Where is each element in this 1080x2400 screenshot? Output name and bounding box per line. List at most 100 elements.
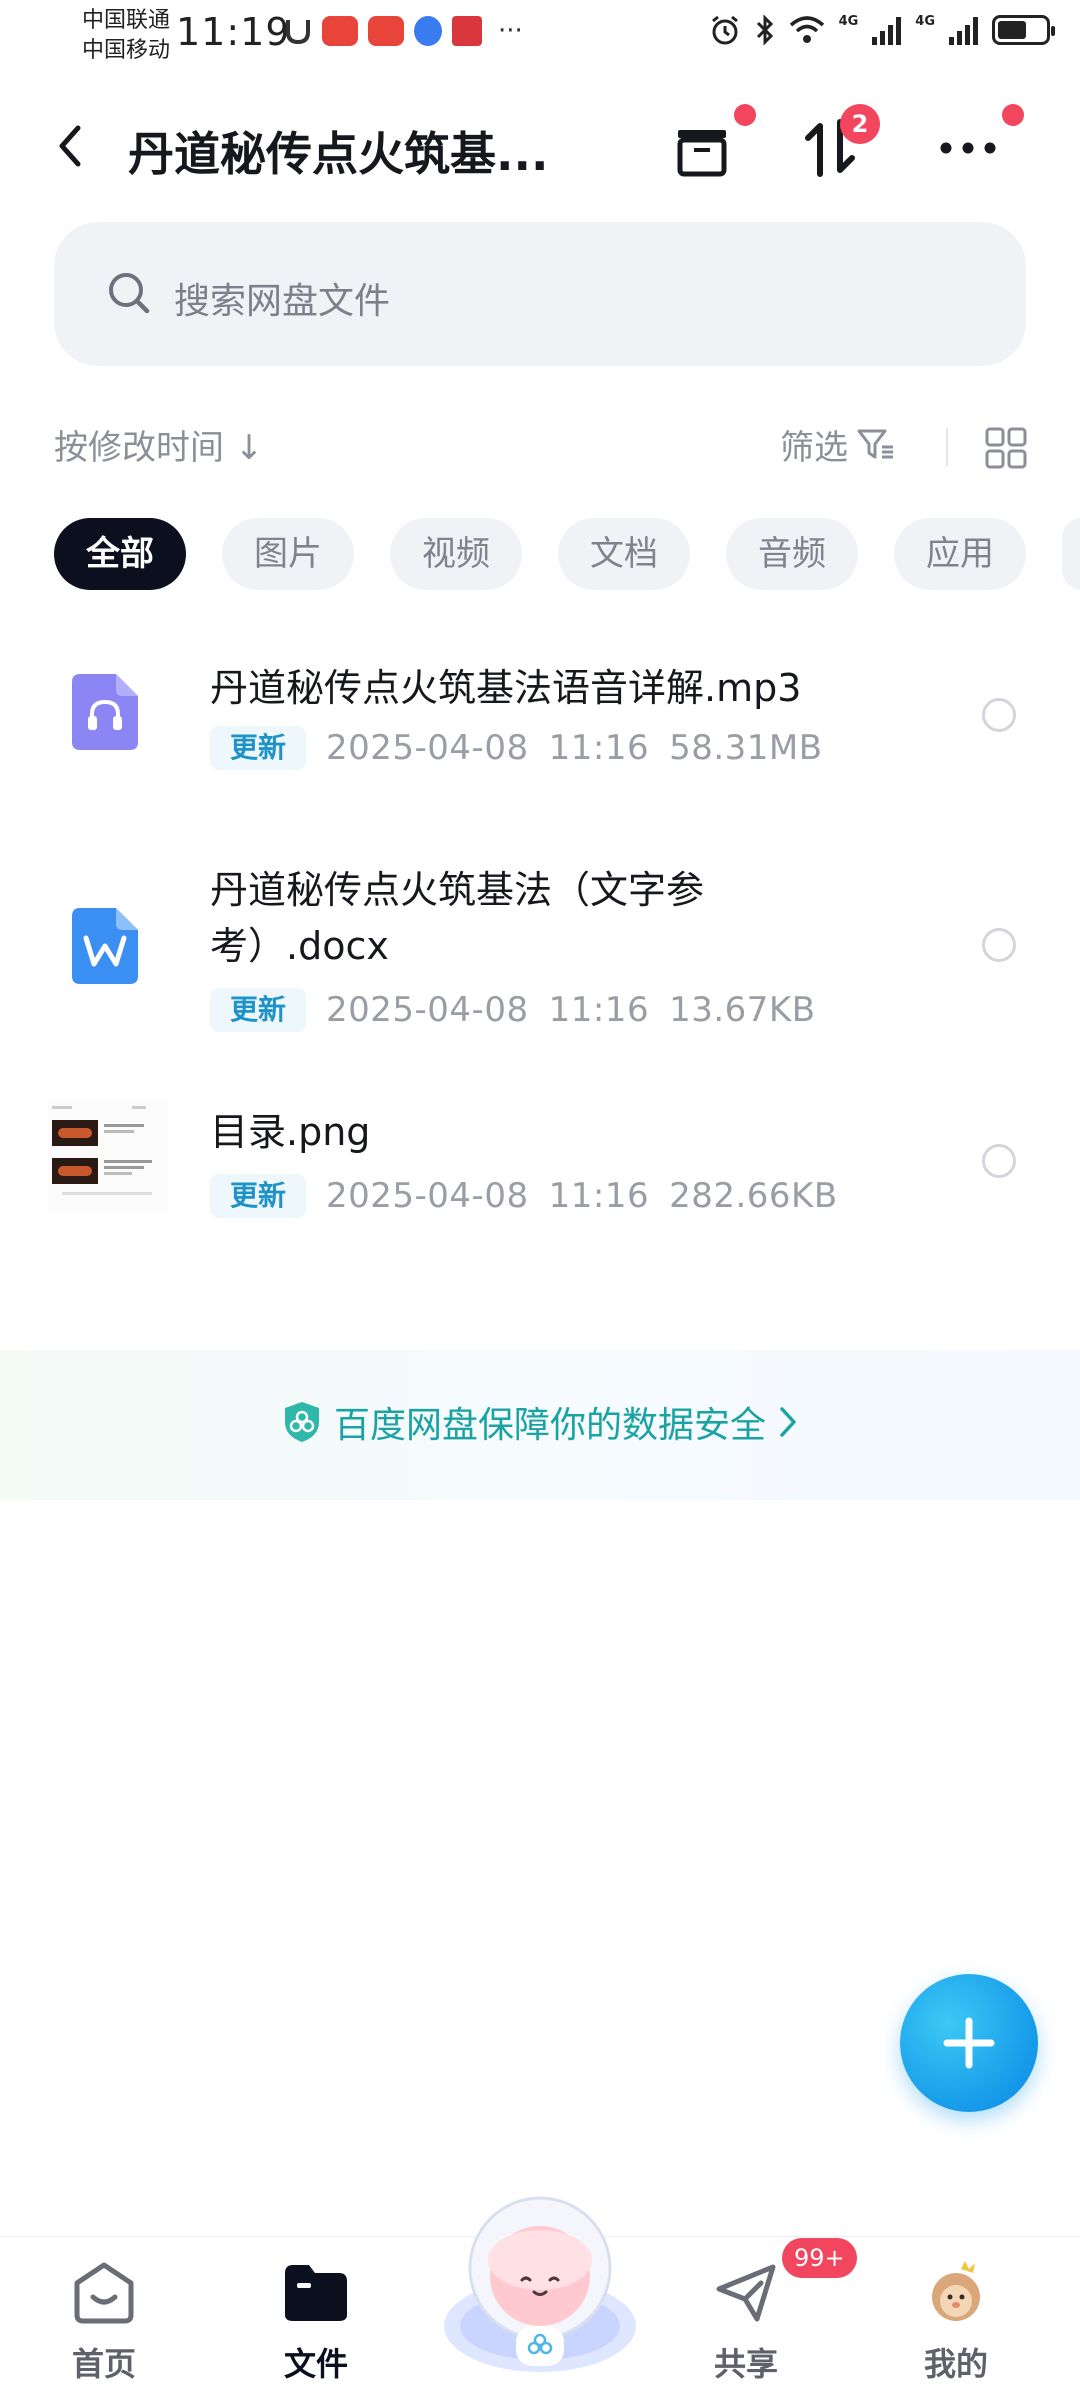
file-size: 13.67KB — [669, 990, 816, 1030]
file-meta: 更新 2025-04-08 11:16 58.31MB — [210, 726, 823, 770]
alarm-icon — [711, 15, 738, 45]
carrier-info: 中国联通 中国移动 — [82, 6, 170, 66]
chip-documents[interactable]: 文档 — [558, 518, 690, 590]
more-notifications-icon: ··· — [498, 16, 523, 46]
more-dots-icon — [940, 142, 996, 154]
carrier-1: 中国联通 — [82, 8, 171, 33]
search-placeholder: 搜索网盘文件 — [174, 281, 391, 322]
archive-button[interactable] — [664, 104, 756, 186]
word-file-icon — [72, 908, 138, 984]
file-size: 282.66KB — [669, 1176, 838, 1216]
select-radio[interactable] — [982, 928, 1016, 962]
more-red-dot — [1002, 104, 1024, 126]
signal-icon-2 — [949, 15, 978, 45]
top-app-bar: 丹道秘传点火筑基... 2 — [0, 90, 1080, 200]
status-time: 11:19 — [176, 10, 291, 54]
shield-icon — [285, 1402, 319, 1442]
more-button[interactable] — [930, 104, 1024, 186]
notification-icons: ··· — [284, 16, 523, 46]
chip-all[interactable]: 全部 — [54, 518, 186, 590]
updated-tag: 更新 — [210, 1174, 306, 1218]
archive-box-icon — [677, 130, 727, 177]
updated-tag: 更新 — [210, 988, 306, 1032]
nav-files[interactable]: 文件 — [246, 2259, 386, 2385]
nav-files-label: 文件 — [283, 2345, 348, 2383]
sort-filter-row: 按修改时间 ↓ 筛选 — [0, 420, 1080, 480]
add-button[interactable] — [900, 1974, 1038, 2112]
nav-share[interactable]: 共享 — [676, 2259, 816, 2385]
file-name: 丹道秘传点火筑基法（文字参 考）.docx — [210, 862, 830, 974]
file-date: 2025-04-08 — [326, 1176, 529, 1216]
search-icon — [109, 273, 150, 314]
wifi-icon — [789, 16, 824, 43]
bluetooth-icon — [756, 14, 773, 46]
page-title: 丹道秘传点火筑基... — [128, 127, 549, 181]
security-banner-link[interactable]: 百度网盘保障你的数据安全 — [282, 1396, 798, 1448]
nav-profile-label: 我的 — [923, 2345, 988, 2383]
file-date: 2025-04-08 — [326, 728, 529, 768]
home-icon — [74, 2262, 134, 2324]
file-meta: 更新 2025-04-08 11:16 282.66KB — [210, 1174, 838, 1218]
divider — [946, 428, 948, 466]
file-row[interactable]: 丹道秘传点火筑基法（文字参 考）.docx 更新 2025-04-08 11:1… — [0, 852, 1080, 1052]
file-time: 11:16 — [548, 1176, 650, 1216]
transfer-count-badge: 2 — [840, 104, 880, 144]
network-type-1: 4G — [838, 14, 859, 29]
huawei-app-icon — [322, 16, 358, 46]
file-date: 2025-04-08 — [326, 990, 529, 1030]
nav-home[interactable]: 首页 — [34, 2259, 174, 2385]
select-radio[interactable] — [982, 1144, 1016, 1178]
nav-profile[interactable]: 我的 — [886, 2259, 1026, 2385]
file-name: 丹道秘传点火筑基法语音详解.mp3 — [210, 666, 802, 710]
audio-file-icon — [72, 674, 138, 750]
file-row[interactable]: 目录.png 更新 2025-04-08 11:16 282.66KB — [0, 1100, 1080, 1240]
chevron-right-icon — [780, 1407, 796, 1437]
file-meta: 更新 2025-04-08 11:16 13.67KB — [210, 988, 816, 1032]
updated-tag: 更新 — [210, 726, 306, 770]
sort-label: 按修改时间 — [54, 428, 224, 468]
send-icon — [716, 2264, 776, 2322]
grid-view-icon[interactable] — [984, 426, 1028, 470]
chip-overflow[interactable] — [1062, 518, 1080, 590]
archive-red-dot — [734, 104, 756, 126]
share-count-badge: 99+ — [782, 2238, 857, 2278]
back-arrow-icon[interactable] — [50, 116, 90, 176]
sort-arrow-icon: ↓ — [234, 428, 264, 468]
category-chips: 全部 图片 视频 文档 音频 应用 — [54, 518, 1026, 590]
baidu-paw-icon — [414, 16, 442, 46]
network-type-2: 4G — [915, 14, 935, 29]
file-size: 58.31MB — [669, 728, 823, 768]
chip-apps[interactable]: 应用 — [894, 518, 1026, 590]
chip-images[interactable]: 图片 — [222, 518, 354, 590]
file-name-line-2: 考）.docx — [210, 924, 389, 968]
nav-home-label: 首页 — [71, 2345, 136, 2383]
profile-avatar — [932, 2261, 980, 2321]
sort-dropdown[interactable]: 按修改时间 ↓ — [54, 420, 263, 469]
battery-icon — [992, 15, 1055, 45]
filter-funnel-icon — [857, 429, 893, 458]
signal-icon — [872, 15, 902, 45]
file-name: 目录.png — [210, 1110, 371, 1154]
nav-share-label: 共享 — [713, 2345, 778, 2383]
plus-icon — [943, 2017, 995, 2069]
file-name-line-1: 丹道秘传点火筑基法（文字参 — [210, 868, 705, 912]
status-bar: 中国联通 中国移动 11:19 ··· 4G 4G — [0, 0, 1080, 72]
book-app-icon — [452, 16, 482, 46]
filter-label: 筛选 — [780, 428, 848, 468]
carrier-2: 中国移动 — [82, 38, 171, 63]
chip-videos[interactable]: 视频 — [390, 518, 522, 590]
image-thumbnail — [48, 1100, 168, 1212]
file-time: 11:16 — [548, 990, 650, 1030]
file-row[interactable]: 丹道秘传点火筑基法语音详解.mp3 更新 2025-04-08 11:16 58… — [0, 640, 1080, 790]
select-radio[interactable] — [982, 698, 1016, 732]
system-icons: 4G 4G — [709, 14, 1055, 46]
mascot-assistant-button[interactable] — [430, 2176, 650, 2376]
search-input[interactable]: 搜索网盘文件 — [54, 222, 1026, 366]
filter-button[interactable]: 筛选 — [780, 420, 896, 469]
security-banner-text: 百度网盘保障你的数据安全 — [334, 1405, 767, 1446]
chip-audio[interactable]: 音频 — [726, 518, 858, 590]
folder-icon — [285, 2265, 347, 2321]
huawei-app-icon-2 — [368, 16, 404, 46]
transfer-button[interactable]: 2 — [792, 104, 880, 186]
file-time: 11:16 — [548, 728, 650, 768]
